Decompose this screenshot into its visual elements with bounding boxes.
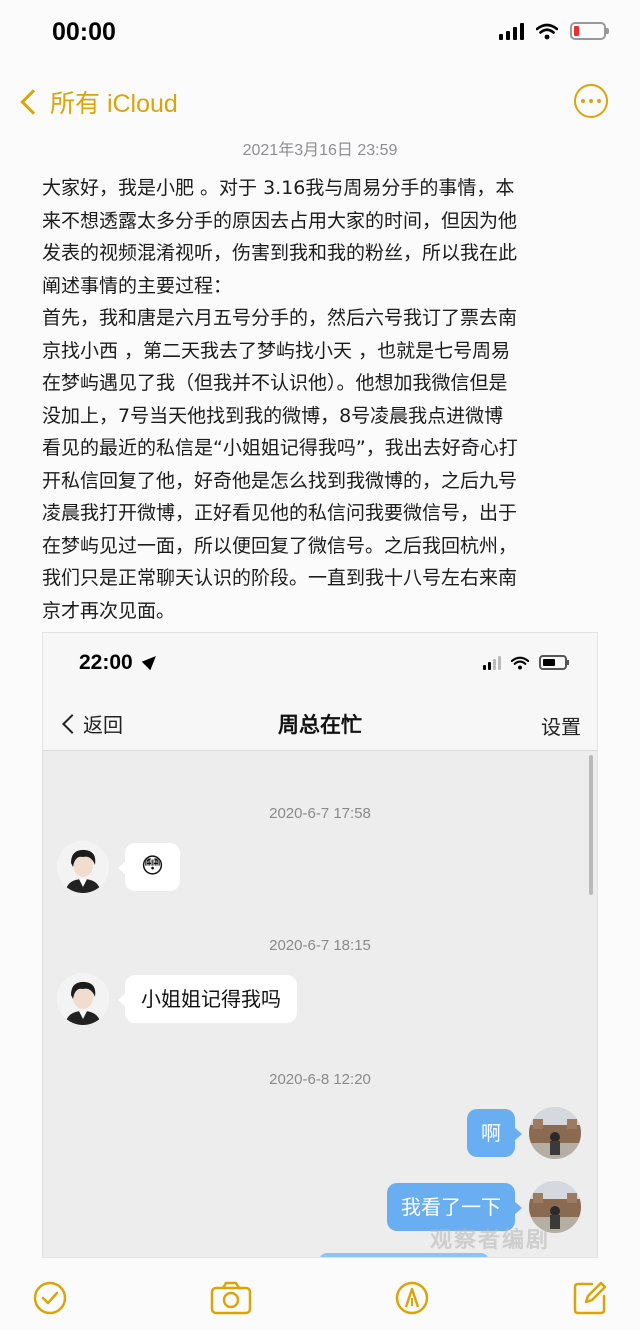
note-line: 看见的最近的私信是“小姐姐记得我吗”，我出去好奇心打 <box>42 437 518 459</box>
battery-level <box>543 659 555 666</box>
back-button[interactable]: 所有 iCloud <box>16 84 178 120</box>
message-timestamp: 2020-6-7 18:15 <box>269 937 371 954</box>
checkmark-circle-icon <box>33 1281 67 1315</box>
chat-settings-button[interactable]: 设置 <box>541 711 581 740</box>
male-avatar-icon <box>57 841 109 893</box>
battery-icon <box>570 22 609 40</box>
user-photo-icon <box>529 1107 581 1159</box>
cellular-signal-icon <box>483 655 501 670</box>
back-button-label: 所有 iCloud <box>50 90 178 118</box>
note-line: 凌晨我打开微博，正好看见他的私信问我要微信号，出于 <box>42 502 518 524</box>
message-bubble-incoming[interactable]: 😳 <box>118 843 180 891</box>
note-line: 京找小西 ，第二天我去了梦屿找小天 ，也就是七号周易 <box>42 339 511 362</box>
more-options-button[interactable] <box>574 84 608 118</box>
checklist-button[interactable] <box>32 1280 68 1316</box>
embedded-chat-nav: 返回 周总在忙 设置 <box>43 695 597 751</box>
embedded-status-bar: 22:00 <box>43 633 597 695</box>
message-timestamp: 2020-6-8 12:20 <box>269 1071 371 1088</box>
wifi-icon <box>536 23 558 39</box>
note-line: 开私信回复了他，好奇他是怎么找到我微博的，之后九号 <box>42 469 518 492</box>
chat-title: 周总在忙 <box>278 713 362 737</box>
watermark: 观察者编剧 <box>430 1228 551 1253</box>
note-date: 2021年3月16日 23:59 <box>242 142 398 159</box>
compose-button[interactable] <box>572 1280 608 1316</box>
wifi-icon <box>511 656 529 669</box>
note-line: 发表的视频混淆视听，伤害到我和我的粉丝，所以我在此 <box>42 242 518 264</box>
note-line: 京才再次见面。 <box>42 599 176 622</box>
embedded-chat-screenshot[interactable]: 22:00 返回 周总在忙 设置 2020-6-7 17:58 😳 2020-6… <box>42 632 598 1258</box>
scrollbar[interactable] <box>589 755 593 895</box>
message-timestamp: 2020-6-7 17:58 <box>269 805 371 822</box>
status-time: 00:00 <box>52 18 116 46</box>
message-bubble-incoming[interactable]: 小姐姐记得我吗 <box>118 975 297 1023</box>
embedded-status-time: 22:00 <box>79 651 133 674</box>
pen-tip-icon <box>395 1281 429 1315</box>
avatar[interactable] <box>57 841 109 893</box>
notes-toolbar <box>0 1262 640 1330</box>
embedded-status-icons <box>483 655 569 670</box>
cellular-signal-icon <box>499 22 524 40</box>
note-line: 我们只是正常聊天认识的阶段。一直到我十八号左右来南 <box>42 567 518 589</box>
battery-icon <box>539 655 569 670</box>
status-icons <box>499 22 609 40</box>
note-line: 首先，我和唐是六月五号分手的，然后六号我订了票去南 <box>42 307 518 329</box>
message-bubble-outgoing[interactable]: 啊 <box>467 1109 522 1157</box>
male-avatar-icon <box>57 973 109 1025</box>
markup-button[interactable] <box>394 1280 430 1316</box>
note-line: 来不想透露太多分手的原因去占用大家的时间，但因为他 <box>42 209 518 232</box>
ellipsis-icon <box>581 99 585 103</box>
note-line: 在梦屿见过一面，所以便回复了微信号。之后我回杭州， <box>42 534 518 557</box>
avatar[interactable] <box>57 973 109 1025</box>
status-bar: 00:00 <box>0 0 640 70</box>
compose-icon <box>573 1281 607 1315</box>
notes-nav-bar: 所有 iCloud <box>0 78 640 128</box>
chevron-left-icon <box>20 89 46 115</box>
note-line: 在梦屿遇见了我（但我并不认识他）。他想加我微信但是 <box>42 372 508 394</box>
camera-button[interactable] <box>210 1280 252 1316</box>
camera-icon <box>210 1281 252 1315</box>
battery-level <box>574 26 579 36</box>
note-line: 没加上，7号当天他找到我的微博，8号凌晨我点进微博 <box>42 404 504 427</box>
note-line: 大家好，我是小肥 。对于 3.16我与周易分手的事情，本 <box>42 177 515 199</box>
note-body-text[interactable]: 大家好，我是小肥 。对于 3.16我与周易分手的事情，本 来不想透露太多分手的原… <box>42 172 602 627</box>
location-arrow-icon <box>141 651 161 671</box>
note-line: 阐述事情的主要过程： <box>42 274 233 297</box>
avatar[interactable] <box>529 1107 581 1159</box>
